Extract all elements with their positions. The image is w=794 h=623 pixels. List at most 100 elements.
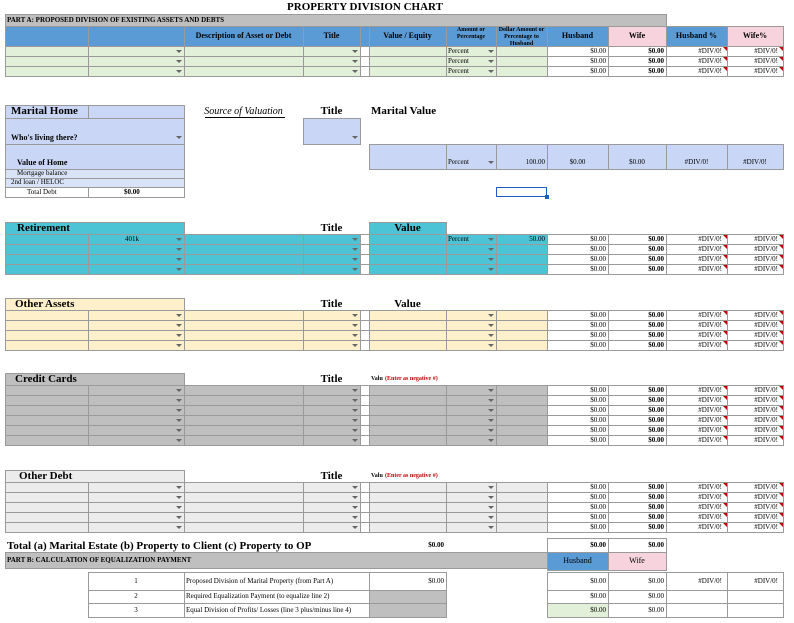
dropdown-arrow-icon[interactable] xyxy=(488,419,494,422)
table-cell[interactable] xyxy=(369,66,447,77)
line-number: 1 xyxy=(134,577,138,585)
home-amount: 100.00 xyxy=(525,158,545,166)
dropdown-arrow-icon[interactable] xyxy=(352,248,358,251)
dropdown-arrow-icon[interactable] xyxy=(176,268,182,271)
dropdown-arrow-icon[interactable] xyxy=(352,70,358,73)
table-cell[interactable] xyxy=(5,264,89,275)
dropdown-arrow-icon[interactable] xyxy=(488,314,494,317)
dropdown-arrow-icon[interactable] xyxy=(176,238,182,241)
table-cell[interactable] xyxy=(184,264,304,275)
table-cell[interactable] xyxy=(88,66,185,77)
dropdown-arrow-icon[interactable] xyxy=(352,238,358,241)
dropdown-arrow-icon[interactable] xyxy=(352,314,358,317)
table-cell[interactable] xyxy=(369,435,447,446)
dropdown-arrow-icon[interactable] xyxy=(176,258,182,261)
selected-cell[interactable] xyxy=(496,187,547,197)
dropdown-arrow-icon[interactable] xyxy=(176,334,182,337)
table-cell[interactable] xyxy=(496,435,548,446)
dropdown-arrow-icon[interactable] xyxy=(488,334,494,337)
dropdown-arrow-icon[interactable] xyxy=(352,526,358,529)
dropdown-arrow-icon[interactable] xyxy=(352,344,358,347)
dropdown-arrow-icon[interactable] xyxy=(176,486,182,489)
dropdown-arrow-icon[interactable] xyxy=(352,506,358,509)
husband-percent: #DIV/0! xyxy=(698,406,722,414)
dropdown-arrow-icon[interactable] xyxy=(176,136,182,139)
dropdown-arrow-icon[interactable] xyxy=(176,324,182,327)
dropdown-arrow-icon[interactable] xyxy=(488,486,494,489)
dropdown-arrow-icon[interactable] xyxy=(176,496,182,499)
dropdown-arrow-icon[interactable] xyxy=(488,161,494,164)
comment-indicator-icon xyxy=(779,47,783,51)
dropdown-arrow-icon[interactable] xyxy=(488,344,494,347)
table-cell[interactable] xyxy=(184,66,304,77)
table-cell[interactable] xyxy=(369,264,447,275)
dropdown-arrow-icon[interactable] xyxy=(176,314,182,317)
table-cell[interactable] xyxy=(88,340,185,351)
dropdown-arrow-icon[interactable] xyxy=(176,399,182,402)
dropdown-arrow-icon[interactable] xyxy=(352,496,358,499)
dropdown-arrow-icon[interactable] xyxy=(352,258,358,261)
dropdown-arrow-icon[interactable] xyxy=(488,248,494,251)
dropdown-arrow-icon[interactable] xyxy=(488,50,494,53)
dropdown-arrow-icon[interactable] xyxy=(352,389,358,392)
dropdown-arrow-icon[interactable] xyxy=(488,389,494,392)
dropdown-arrow-icon[interactable] xyxy=(352,136,358,139)
dropdown-arrow-icon[interactable] xyxy=(176,439,182,442)
table-cell[interactable] xyxy=(5,522,89,533)
dropdown-arrow-icon[interactable] xyxy=(352,429,358,432)
dropdown-arrow-icon[interactable] xyxy=(352,516,358,519)
table-cell[interactable] xyxy=(184,522,304,533)
dropdown-arrow-icon[interactable] xyxy=(352,439,358,442)
dropdown-arrow-icon[interactable] xyxy=(352,399,358,402)
dropdown-arrow-icon[interactable] xyxy=(488,399,494,402)
table-cell[interactable] xyxy=(5,435,89,446)
dropdown-arrow-icon[interactable] xyxy=(176,344,182,347)
dropdown-arrow-icon[interactable] xyxy=(352,60,358,63)
dropdown-arrow-icon[interactable] xyxy=(176,506,182,509)
dropdown-arrow-icon[interactable] xyxy=(488,526,494,529)
dropdown-arrow-icon[interactable] xyxy=(176,70,182,73)
dropdown-arrow-icon[interactable] xyxy=(488,409,494,412)
table-cell[interactable] xyxy=(184,435,304,446)
dropdown-arrow-icon[interactable] xyxy=(488,70,494,73)
table-cell[interactable] xyxy=(369,340,447,351)
dropdown-arrow-icon[interactable] xyxy=(352,419,358,422)
dropdown-arrow-icon[interactable] xyxy=(488,439,494,442)
dropdown-arrow-icon[interactable] xyxy=(176,429,182,432)
table-cell[interactable] xyxy=(88,522,185,533)
dropdown-arrow-icon[interactable] xyxy=(488,60,494,63)
dropdown-arrow-icon[interactable] xyxy=(488,496,494,499)
dropdown-arrow-icon[interactable] xyxy=(352,334,358,337)
dropdown-arrow-icon[interactable] xyxy=(488,506,494,509)
dropdown-arrow-icon[interactable] xyxy=(488,516,494,519)
dropdown-arrow-icon[interactable] xyxy=(176,409,182,412)
table-cell[interactable] xyxy=(5,340,89,351)
dropdown-arrow-icon[interactable] xyxy=(488,429,494,432)
table-cell[interactable] xyxy=(5,66,89,77)
dropdown-arrow-icon[interactable] xyxy=(352,50,358,53)
table-cell[interactable] xyxy=(496,66,548,77)
dropdown-arrow-icon[interactable] xyxy=(176,526,182,529)
comment-indicator-icon xyxy=(779,513,783,517)
table-cell[interactable] xyxy=(88,435,185,446)
dropdown-arrow-icon[interactable] xyxy=(176,248,182,251)
dropdown-arrow-icon[interactable] xyxy=(488,258,494,261)
dropdown-arrow-icon[interactable] xyxy=(352,268,358,271)
title-field[interactable] xyxy=(303,118,361,145)
dropdown-arrow-icon[interactable] xyxy=(352,486,358,489)
dropdown-arrow-icon[interactable] xyxy=(176,389,182,392)
table-cell[interactable] xyxy=(184,340,304,351)
dropdown-arrow-icon[interactable] xyxy=(176,50,182,53)
dropdown-arrow-icon[interactable] xyxy=(176,60,182,63)
dropdown-arrow-icon[interactable] xyxy=(488,324,494,327)
dropdown-arrow-icon[interactable] xyxy=(352,324,358,327)
dropdown-arrow-icon[interactable] xyxy=(488,238,494,241)
table-cell[interactable] xyxy=(496,340,548,351)
dropdown-arrow-icon[interactable] xyxy=(176,419,182,422)
dropdown-arrow-icon[interactable] xyxy=(176,516,182,519)
dropdown-arrow-icon[interactable] xyxy=(488,268,494,271)
fill-handle[interactable] xyxy=(545,195,549,199)
table-cell[interactable] xyxy=(496,522,548,533)
dropdown-arrow-icon[interactable] xyxy=(352,409,358,412)
table-cell[interactable] xyxy=(369,522,447,533)
